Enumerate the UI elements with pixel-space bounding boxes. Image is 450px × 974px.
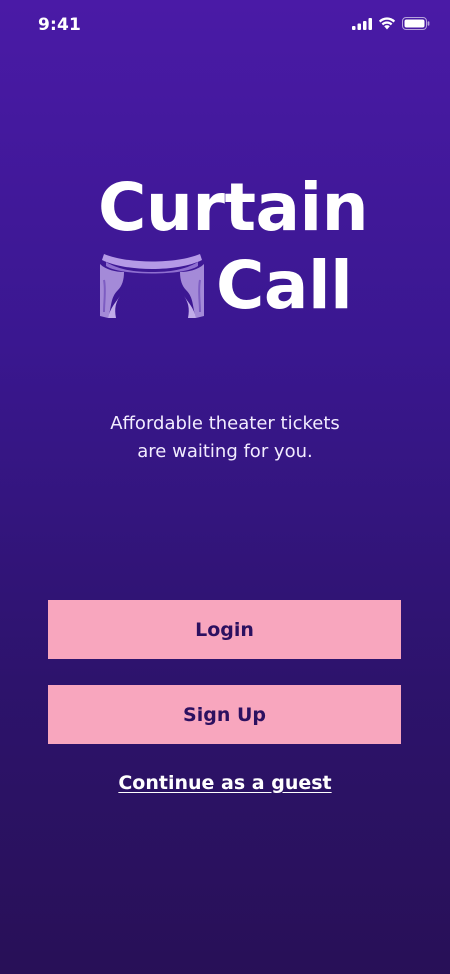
signal-icon [352, 17, 372, 30]
wifi-icon [378, 17, 396, 30]
login-button[interactable]: Login [48, 600, 401, 659]
tagline-line-1: Affordable theater tickets [110, 413, 340, 434]
status-time: 9:41 [38, 15, 82, 35]
status-bar: 9:41 [0, 0, 450, 50]
tagline-line-2: are waiting for you. [137, 441, 313, 462]
tagline: Affordable theater tickets are waiting f… [0, 410, 450, 466]
curtain-icon [100, 254, 204, 318]
continue-as-guest-link[interactable]: Continue as a guest [0, 772, 450, 794]
status-icons [352, 17, 430, 30]
logo-word-call: Call [216, 247, 353, 324]
logo-word-curtain: Curtain [98, 169, 369, 246]
battery-icon [402, 17, 430, 30]
sign-up-button[interactable]: Sign Up [48, 685, 401, 744]
app-logo: Curtain Call [0, 168, 450, 328]
